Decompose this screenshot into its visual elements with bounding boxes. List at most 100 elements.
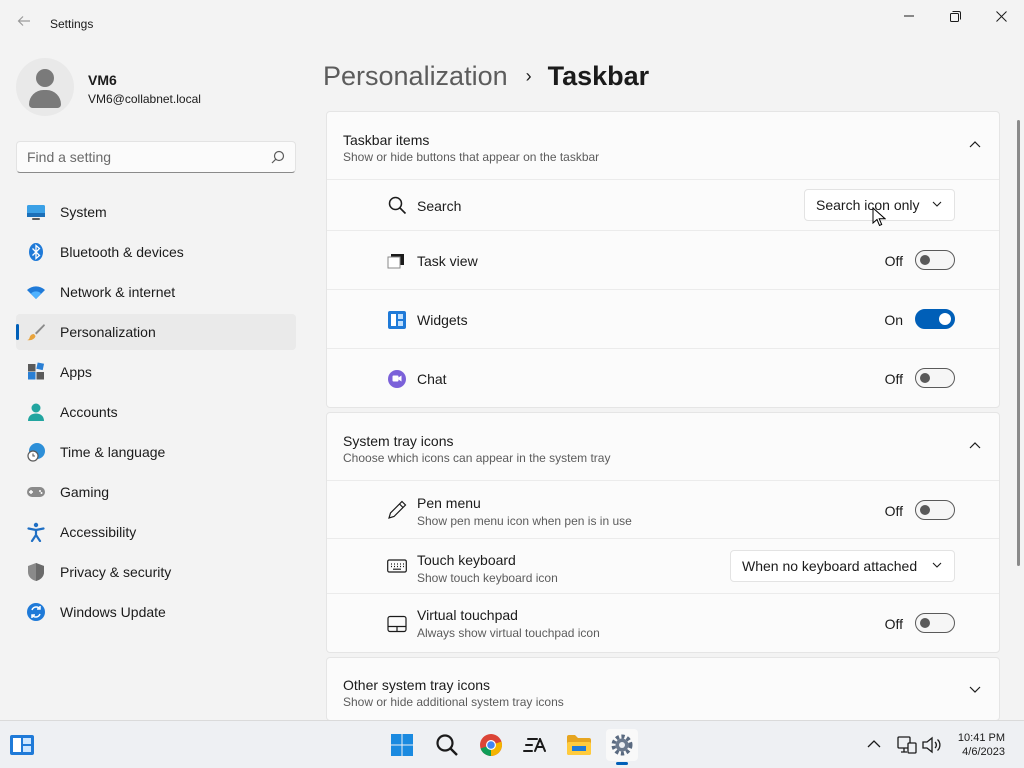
wifi-icon — [27, 286, 45, 299]
ea-app-taskbar-button[interactable] — [519, 729, 551, 761]
chat-toggle[interactable] — [915, 368, 955, 388]
virtual-touchpad-description: Always show virtual touchpad icon — [417, 626, 600, 640]
mouse-cursor-icon — [872, 207, 886, 227]
settings-taskbar-button[interactable] — [606, 729, 638, 765]
search-label: Search — [417, 198, 462, 214]
sidebar-item-privacy[interactable]: Privacy & security — [16, 554, 296, 590]
system-tray-card: System tray icons Choose which icons can… — [326, 412, 1000, 653]
scrollbar[interactable] — [1017, 120, 1020, 566]
task-view-row: Task view Off — [327, 231, 999, 290]
accounts-icon — [28, 403, 44, 421]
sidebar-item-system[interactable]: System — [16, 194, 296, 230]
taskbar-items-header[interactable]: Taskbar items Show or hide buttons that … — [327, 112, 999, 180]
sidebar-item-label: Apps — [60, 364, 92, 380]
widgets-label: Widgets — [417, 312, 468, 328]
search-input[interactable] — [27, 148, 267, 166]
touch-keyboard-dropdown-value: When no keyboard attached — [742, 558, 918, 574]
search-icon — [271, 150, 285, 164]
sidebar-nav: System Bluetooth & devices Network & int… — [16, 194, 296, 634]
widgets-icon — [388, 311, 406, 329]
search-taskbar-button[interactable] — [431, 729, 463, 761]
sidebar-item-label: Bluetooth & devices — [60, 244, 184, 260]
widgets-state: On — [884, 312, 903, 328]
chevron-up-icon[interactable] — [867, 739, 881, 749]
start-button[interactable] — [386, 729, 418, 761]
close-icon — [995, 10, 1007, 22]
card-title: System tray icons — [343, 433, 454, 449]
sidebar-item-accounts[interactable]: Accounts — [16, 394, 296, 430]
touch-keyboard-dropdown[interactable]: When no keyboard attached — [730, 550, 955, 582]
chrome-icon — [480, 734, 502, 756]
pen-menu-state: Off — [884, 503, 903, 519]
sidebar-item-label: Network & internet — [60, 284, 176, 300]
widgets-icon — [10, 735, 34, 755]
sidebar-item-personalization[interactable]: Personalization — [16, 314, 296, 350]
chat-icon — [388, 370, 406, 388]
sidebar-item-gaming[interactable]: Gaming — [16, 474, 296, 510]
clock-date: 4/6/2023 — [962, 746, 1005, 758]
gear-icon — [611, 734, 633, 756]
back-arrow-icon[interactable] — [12, 12, 36, 36]
system-icon — [27, 205, 45, 220]
network-icon[interactable] — [897, 736, 917, 754]
close-button[interactable] — [978, 0, 1024, 32]
restore-button[interactable] — [932, 0, 978, 32]
sidebar-item-time-language[interactable]: Time & language — [16, 434, 296, 470]
system-clock[interactable]: 10:41 PM 4/6/2023 — [958, 731, 1005, 759]
breadcrumb-parent[interactable]: Personalization — [323, 61, 508, 92]
virtual-touchpad-toggle[interactable] — [915, 613, 955, 633]
user-email: VM6@collabnet.local — [88, 92, 201, 106]
chevron-down-icon[interactable] — [969, 686, 981, 694]
sidebar-item-label: Windows Update — [60, 604, 166, 620]
widgets-taskbar-button[interactable] — [6, 729, 38, 761]
card-subtitle: Show or hide additional system tray icon… — [343, 695, 564, 709]
pen-menu-toggle[interactable] — [915, 500, 955, 520]
sidebar-item-apps[interactable]: Apps — [16, 354, 296, 390]
search-row: Search Search icon only — [327, 180, 999, 231]
virtual-touchpad-label: Virtual touchpad — [417, 607, 518, 623]
folder-icon — [567, 735, 591, 755]
sidebar-item-bluetooth[interactable]: Bluetooth & devices — [16, 234, 296, 270]
task-view-toggle[interactable] — [915, 250, 955, 270]
title-bar: Settings — [0, 0, 1024, 48]
other-tray-header[interactable]: Other system tray icons Show or hide add… — [327, 658, 999, 720]
search-icon — [436, 734, 458, 756]
chevron-down-icon — [932, 201, 942, 207]
sidebar-item-label: Time & language — [60, 444, 166, 460]
touch-keyboard-description: Show touch keyboard icon — [417, 571, 558, 585]
windows-logo-icon — [391, 734, 413, 756]
settings-content: Taskbar items Show or hide buttons that … — [326, 111, 1000, 725]
clock-time: 10:41 PM — [957, 732, 1005, 744]
chevron-up-icon[interactable] — [969, 140, 981, 148]
volume-icon[interactable] — [922, 736, 942, 754]
user-profile[interactable]: VM6 VM6@collabnet.local — [16, 58, 296, 118]
sidebar-item-windows-update[interactable]: Windows Update — [16, 594, 296, 630]
card-subtitle: Show or hide buttons that appear on the … — [343, 150, 600, 164]
card-subtitle: Choose which icons can appear in the sys… — [343, 451, 611, 465]
app-title: Settings — [50, 17, 94, 31]
pen-menu-label: Pen menu — [417, 495, 481, 511]
minimize-button[interactable] — [886, 0, 932, 32]
accessibility-icon — [27, 522, 45, 542]
sidebar-item-label: Privacy & security — [60, 564, 172, 580]
virtual-touchpad-state: Off — [884, 616, 903, 632]
card-title: Other system tray icons — [343, 677, 491, 693]
other-tray-card: Other system tray icons Show or hide add… — [326, 657, 1000, 721]
file-explorer-taskbar-button[interactable] — [563, 729, 595, 761]
chrome-taskbar-button[interactable] — [475, 729, 507, 761]
sidebar-item-label: Gaming — [60, 484, 110, 500]
task-view-label: Task view — [417, 253, 478, 269]
sidebar-item-label: Personalization — [60, 324, 156, 340]
search-box[interactable] — [16, 141, 296, 173]
sidebar-item-network[interactable]: Network & internet — [16, 274, 296, 310]
keyboard-icon — [387, 559, 407, 573]
system-tray-header[interactable]: System tray icons Choose which icons can… — [327, 413, 999, 481]
apps-icon — [28, 362, 45, 380]
virtual-touchpad-row: Virtual touchpad Always show virtual tou… — [327, 594, 999, 652]
task-view-state: Off — [884, 253, 903, 269]
search-icon — [388, 196, 407, 215]
widgets-toggle[interactable] — [915, 309, 955, 329]
chevron-up-icon[interactable] — [969, 441, 981, 449]
sidebar-item-label: Accounts — [60, 404, 118, 420]
sidebar-item-accessibility[interactable]: Accessibility — [16, 514, 296, 550]
